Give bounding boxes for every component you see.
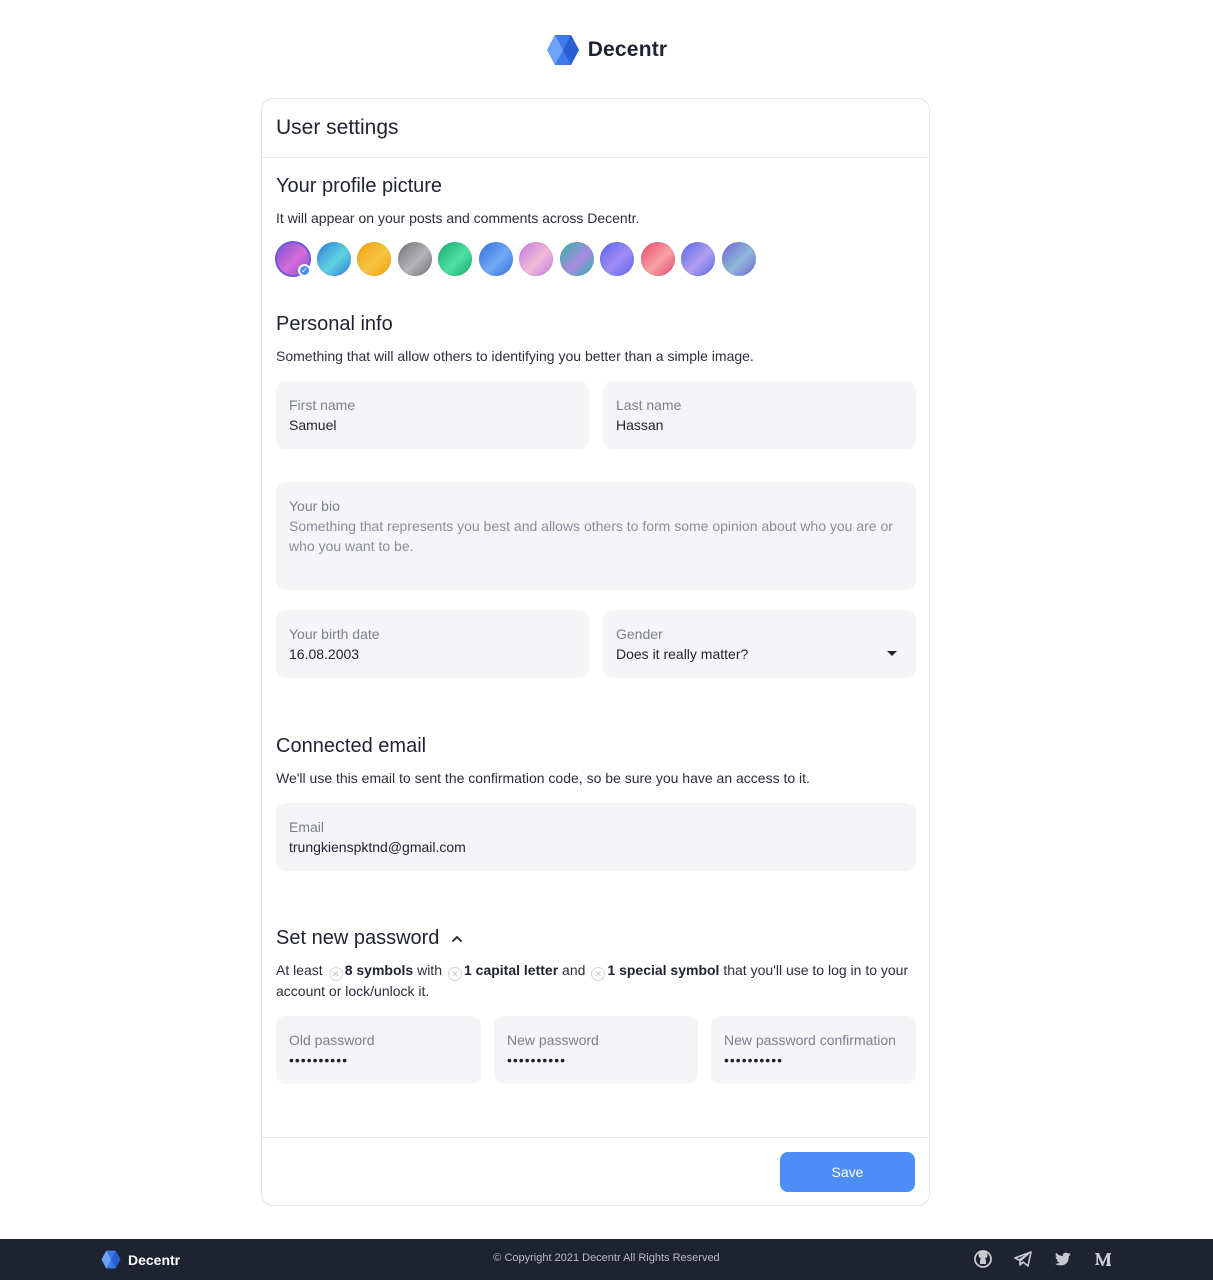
req-and: and [562,962,586,978]
avatar-option[interactable] [478,242,513,276]
chevron-up-icon[interactable] [451,933,463,945]
header-logo[interactable]: Decentr [0,34,1213,66]
card-footer: Save [262,1137,929,1205]
req-with: with [417,962,442,978]
req-special: 1 special symbol [607,962,720,978]
email-description: We'll use this email to sent the confirm… [276,770,810,786]
first-name-field[interactable]: First name Samuel [276,381,589,449]
profile-picture-title: Your profile picture [276,175,443,197]
avatar-option[interactable] [397,242,432,276]
twitter-icon[interactable] [1053,1249,1073,1269]
password-section: Set new password At least ✕ 8 symbols with… [276,927,916,1001]
first-name-label: First name [289,397,356,413]
profile-picture-section: Your profile picture It will appear on y… [275,175,916,277]
req-capital: 1 capital letter [463,962,559,978]
social-links [973,1249,1113,1269]
bio-label: Your bio [289,498,340,514]
confirm-password-field[interactable]: New password confirmation •••••••••• [711,1016,916,1084]
birth-date-label: Your birth date [289,626,380,642]
github-icon[interactable] [973,1249,993,1269]
caret-down-icon[interactable] [887,651,897,656]
save-button[interactable]: Save [780,1152,915,1192]
req-symbols: 8 symbols [344,962,414,978]
last-name-field[interactable]: Last name Hassan [603,381,916,449]
old-password-label: Old password [289,1032,375,1048]
email-field[interactable]: Email trungkienspktnd@gmail.com [276,803,916,871]
personal-info-description: Something that will allow others to iden… [276,348,754,364]
medium-icon[interactable] [1093,1249,1113,1269]
telegram-icon[interactable] [1013,1249,1033,1269]
last-name-value[interactable]: Hassan [616,415,903,435]
card-header: User settings [262,99,929,158]
cross-circle-icon: ✕ [591,967,606,981]
avatar-option[interactable] [559,242,594,276]
password-toggle[interactable]: Set new password [276,927,916,950]
cross-circle-icon: ✕ [447,967,462,981]
old-password-field[interactable]: Old password •••••••••• [276,1016,481,1084]
confirm-password-label: New password confirmation [724,1032,896,1048]
check-icon: ✓ [298,264,311,277]
avatar-option[interactable] [600,242,634,276]
birth-date-field[interactable]: Your birth date 16.08.2003 [276,610,589,678]
email-title: Connected email [276,735,427,757]
birth-date-value[interactable]: 16.08.2003 [289,644,576,664]
avatar-option[interactable] [681,242,715,276]
avatar-picker: ✓ [275,241,916,277]
new-password-value[interactable]: •••••••••• [507,1050,685,1070]
gender-value[interactable]: Does it really matter? [616,644,903,664]
last-name-label: Last name [616,397,682,413]
old-password-value[interactable]: •••••••••• [289,1050,468,1070]
password-title: Set new password [276,927,440,949]
gender-select[interactable]: Gender Does it really matter? [603,610,916,678]
avatar-option[interactable] [357,242,391,276]
user-settings-card: User settings Your profile picture It wi… [261,98,930,1206]
personal-info-title: Personal info [276,313,393,335]
avatar-option[interactable] [438,242,472,276]
avatar-option[interactable] [519,242,553,276]
avatar-option[interactable]: ✓ [275,241,311,277]
page-title: User settings [276,116,399,139]
confirm-password-value[interactable]: •••••••••• [724,1050,903,1070]
page-footer: Decentr © Copyright 2021 Decentr All Rig… [0,1239,1213,1280]
new-password-label: New password [507,1032,599,1048]
profile-picture-description: It will appear on your posts and comment… [276,210,640,226]
gender-label: Gender [616,626,663,642]
bio-placeholder[interactable]: Something that represents you best and a… [289,516,903,556]
password-requirements: At least ✕ 8 symbols with ✕ 1 capital letter… [276,960,916,1001]
first-name-value[interactable]: Samuel [289,415,576,435]
bio-field[interactable]: Your bio Something that represents you b… [276,482,916,590]
avatar-option[interactable] [721,242,756,276]
email-section: Connected email We'll use this email to … [276,735,916,788]
email-value[interactable]: trungkienspktnd@gmail.com [289,837,903,857]
avatar-option[interactable] [316,242,351,276]
cross-circle-icon: ✕ [328,967,343,981]
decentr-logo-icon [546,35,579,65]
avatar-option[interactable] [640,242,675,276]
personal-info-section: Personal info Something that will allow … [276,313,916,366]
email-label: Email [289,819,325,835]
new-password-field[interactable]: New password •••••••••• [494,1016,698,1084]
brand-name: Decentr [587,38,668,61]
req-prefix: At least [276,962,323,978]
